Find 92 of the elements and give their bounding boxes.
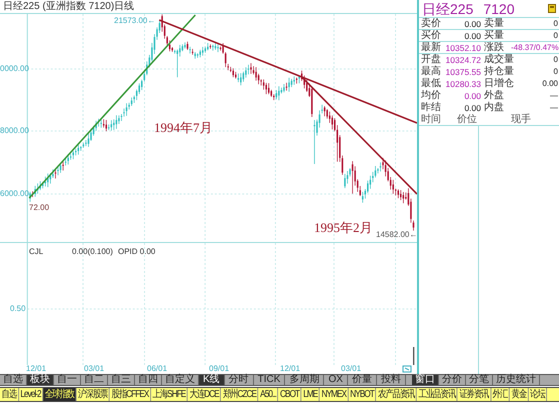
tab[interactable]: 农产品资讯	[376, 388, 417, 401]
axis-label: 12/01	[280, 364, 300, 373]
field-label: 卖价	[421, 18, 441, 28]
axis-label: 0000.00	[0, 64, 29, 73]
field-value: 0.00	[463, 91, 481, 101]
tab[interactable]: 窗口	[412, 375, 439, 385]
instrument-code: 7120	[483, 2, 515, 16]
axis-label: 0.50	[10, 304, 26, 313]
tab[interactable]: LME	[302, 388, 320, 401]
axis-label: 09/01	[209, 364, 230, 373]
window-title: 日经225 (亚洲指数 7120)日线	[3, 2, 134, 12]
field-label: 买价	[421, 30, 441, 40]
field-label: 外盘	[483, 91, 505, 101]
field-value: 0	[552, 30, 558, 40]
tab[interactable]: 历史统计	[492, 375, 540, 385]
tab[interactable]: 分笔	[466, 375, 493, 385]
field-value: -48.37/0.47%	[511, 42, 559, 52]
field-label: 最高	[421, 67, 441, 77]
axis-label: 6000.00	[0, 189, 29, 198]
tab[interactable]: 全球指数	[43, 388, 77, 401]
tab[interactable]: 分时	[224, 375, 254, 385]
tab[interactable]: TICK	[254, 375, 286, 385]
field-label: 持仓量	[483, 67, 511, 77]
field-value: 10280.33	[444, 79, 481, 89]
tab[interactable]: NYBOT	[348, 388, 376, 401]
indicator-name: CJL	[29, 247, 44, 256]
tab[interactable]: 投料	[376, 375, 406, 385]
field-label: 均价	[421, 91, 441, 101]
tab[interactable]: NYMEX	[320, 388, 349, 401]
annotation-text: 1995年2月	[314, 221, 372, 235]
field-value: 10352.10	[444, 42, 481, 52]
field-label: 内盘	[483, 103, 505, 113]
field-label: 卖量	[483, 18, 505, 28]
column-header: 价位	[457, 114, 478, 126]
tab[interactable]: 黄金	[510, 388, 529, 401]
tab[interactable]: CBOT	[278, 388, 302, 401]
low-price-label: 14582.00←	[376, 230, 418, 239]
field-label: 成交量	[483, 55, 511, 65]
field-label: 最低	[421, 79, 441, 89]
tab[interactable]: 工业品资讯	[416, 388, 458, 401]
field-value: 0.00	[541, 79, 558, 89]
tab[interactable]: 外汇	[491, 388, 510, 401]
tab[interactable]: K线	[199, 375, 225, 385]
tab[interactable]: 大连DCE	[188, 388, 222, 401]
tab[interactable]: 价量	[348, 375, 377, 385]
tab[interactable]: 沪深股票	[76, 388, 110, 401]
indicator-value: OPID 0.00	[118, 247, 156, 256]
field-label: 日增仓	[483, 79, 511, 89]
field-value: 0	[552, 55, 558, 65]
field-value: 0.00	[463, 103, 481, 113]
field-label: 最新	[421, 42, 441, 52]
field-value: 10375.55	[444, 67, 481, 77]
tab[interactable]: 自一	[54, 375, 81, 385]
start-price-label: 72.00	[29, 203, 50, 212]
field-label: 买量	[483, 30, 505, 40]
resize-icon[interactable]	[402, 365, 412, 373]
panel-icon[interactable]	[548, 4, 556, 13]
field-value: —	[549, 91, 558, 101]
tab[interactable]: 自二	[81, 375, 108, 385]
column-header: 时间	[421, 114, 442, 126]
tab[interactable]: OX	[324, 375, 348, 385]
tab[interactable]: A50...	[258, 388, 278, 401]
field-label: 涨跌	[483, 42, 505, 52]
tab[interactable]: 论坛	[528, 388, 548, 401]
axis-label: 06/01	[147, 364, 168, 373]
tab[interactable]: 自选	[0, 388, 19, 401]
tab[interactable]: 多周期	[285, 375, 324, 385]
tab[interactable]: 板块	[27, 375, 54, 385]
field-value: 10324.72	[444, 55, 481, 65]
axis-label: 03/01	[84, 364, 104, 373]
field-value: 0	[552, 18, 558, 28]
high-price-label: 21573.00←	[114, 16, 156, 25]
field-value: 0	[552, 67, 558, 77]
field-label: 昨结	[421, 103, 441, 113]
axis-label: 03/01	[341, 364, 362, 373]
tab[interactable]: 股指CFFEX	[110, 388, 151, 401]
column-header: 现手	[510, 114, 532, 126]
axis-label: 8000.00	[0, 126, 29, 135]
tab[interactable]: 上海SHFE	[150, 388, 188, 401]
indicator-value: 0.00(0.100)	[72, 247, 113, 256]
tab[interactable]: 自四	[135, 375, 162, 385]
tab[interactable]: 郑州CZCE	[221, 388, 258, 401]
field-value: 0.00	[463, 30, 481, 40]
field-value: 0.00	[463, 18, 481, 28]
annotation-text: 1994年7月	[154, 121, 212, 135]
field-value: —	[549, 103, 558, 113]
instrument-name: 日经225	[422, 2, 474, 16]
tab[interactable]: 自三	[108, 375, 135, 385]
axis-label: 12/01	[26, 364, 46, 373]
field-label: 开盘	[421, 55, 441, 65]
tab[interactable]: 证券资讯	[458, 388, 492, 401]
tab[interactable]: 分价	[438, 375, 466, 385]
